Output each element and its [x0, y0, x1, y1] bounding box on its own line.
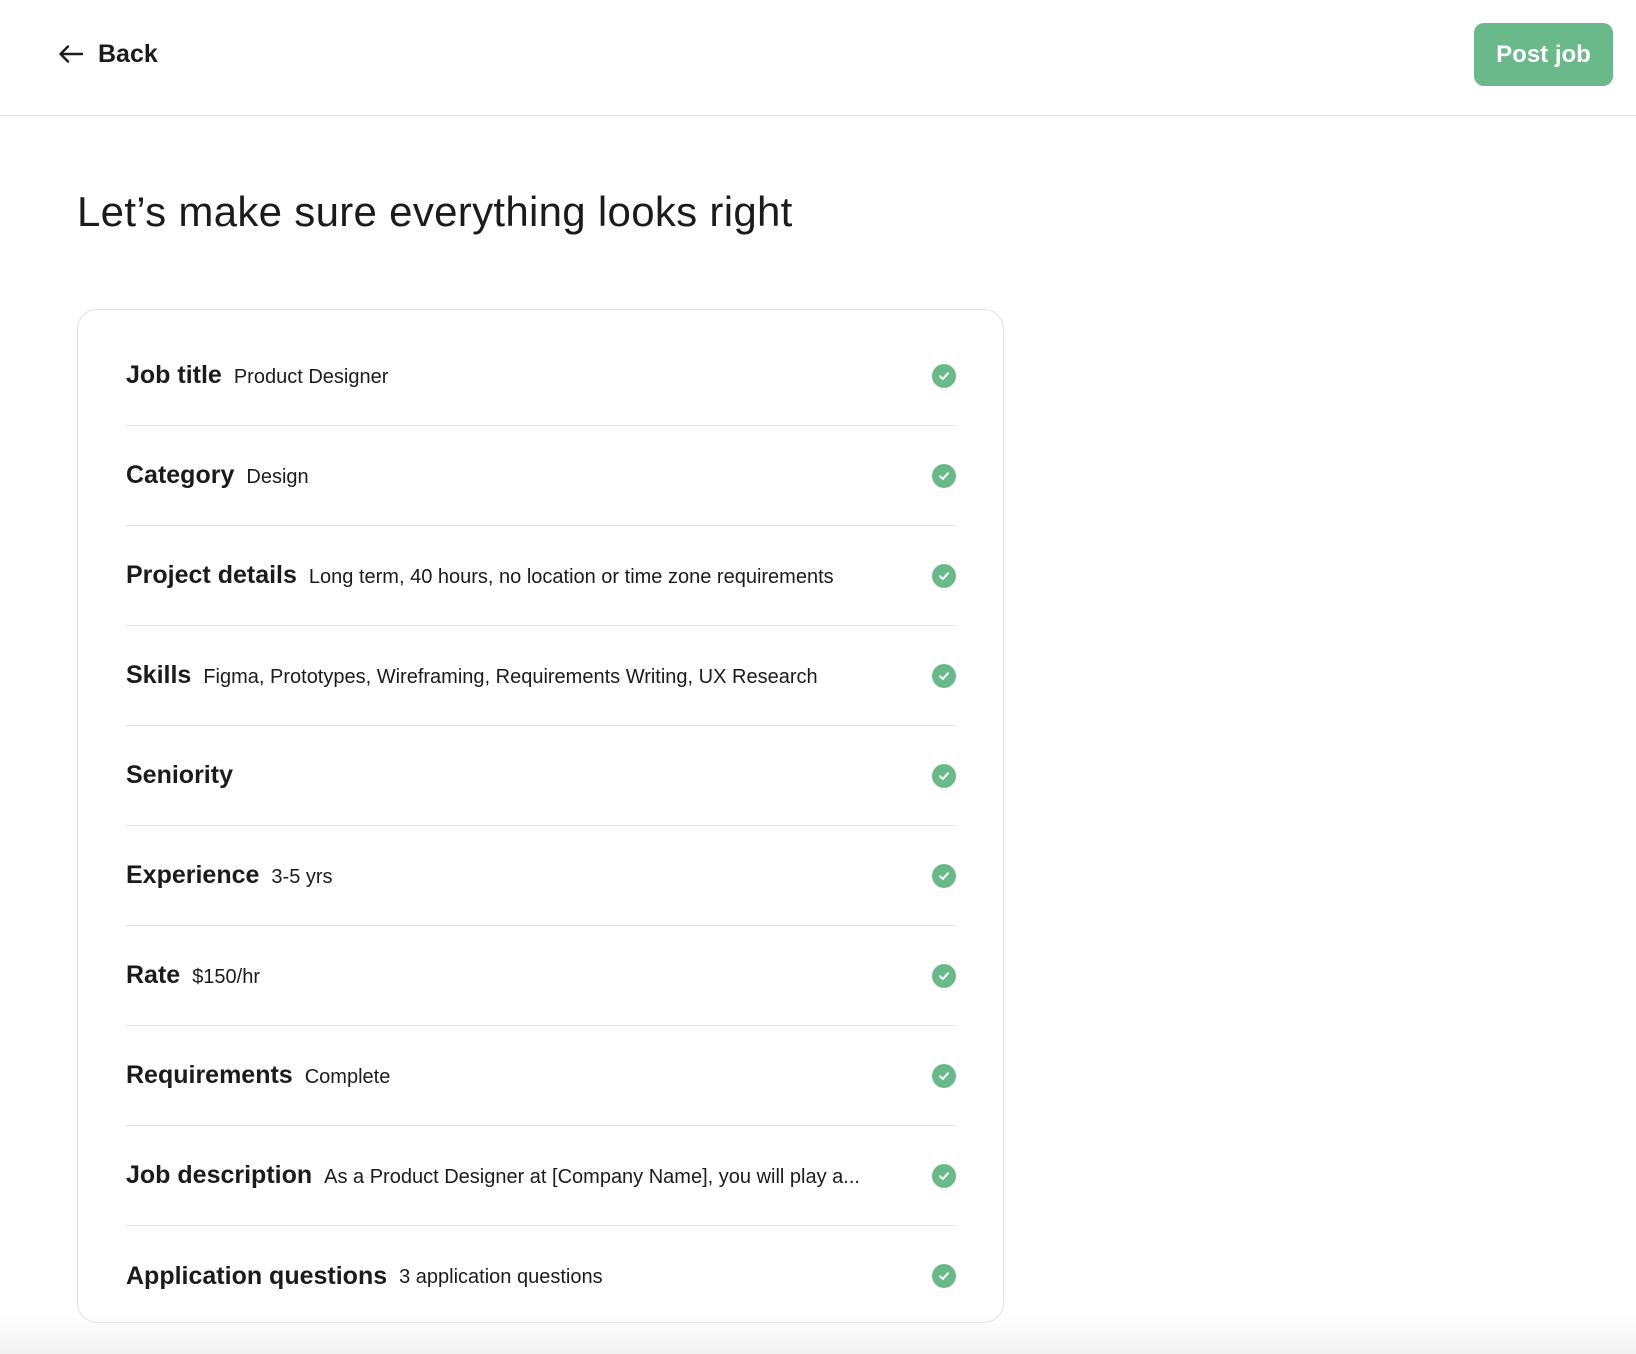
row-value: As a Product Designer at [Company Name],…	[324, 1165, 860, 1188]
row-value: Product Designer	[233, 365, 389, 388]
row-value: 3 application questions	[399, 1266, 603, 1288]
review-row-experience[interactable]: Experience 3-5 yrs	[126, 826, 956, 926]
check-circle-icon	[932, 664, 956, 688]
review-row-job-title[interactable]: Job title Product Designer	[126, 326, 956, 426]
review-row-skills[interactable]: Skills Figma, Prototypes, Wireframing, R…	[126, 626, 956, 726]
back-button[interactable]: Back	[58, 34, 158, 74]
check-circle-icon	[932, 864, 956, 888]
check-circle-icon	[932, 364, 956, 388]
check-circle-icon	[932, 564, 956, 588]
row-label: Skills	[126, 661, 192, 689]
check-circle-icon	[932, 764, 956, 788]
row-label: Experience	[126, 861, 260, 889]
review-row-requirements[interactable]: Requirements Complete	[126, 1026, 956, 1126]
row-label: Application questions	[126, 1261, 388, 1290]
review-card: Job title Product Designer Category Desi…	[77, 309, 1004, 1323]
review-row-seniority[interactable]: Seniority	[126, 726, 956, 826]
row-value: Long term, 40 hours, no location or time…	[308, 565, 834, 588]
row-label: Job title	[126, 361, 222, 389]
review-row-job-description[interactable]: Job description As a Product Designer at…	[126, 1126, 956, 1226]
row-label: Job description	[126, 1161, 313, 1189]
post-job-button[interactable]: Post job	[1474, 23, 1613, 86]
review-row-category[interactable]: Category Design	[126, 426, 956, 526]
review-row-application-questions[interactable]: Application questions 3 application ques…	[126, 1226, 956, 1326]
review-row-project-details[interactable]: Project details Long term, 40 hours, no …	[126, 526, 956, 626]
row-label: Project details	[126, 561, 297, 589]
page-title: Let’s make sure everything looks right	[77, 188, 793, 235]
row-label: Category	[126, 461, 235, 489]
check-circle-icon	[932, 1064, 956, 1088]
row-label: Seniority	[126, 761, 233, 789]
check-circle-icon	[932, 1264, 956, 1288]
top-bar: Back Post job	[0, 0, 1636, 116]
arrow-left-icon	[58, 44, 84, 64]
row-value: $150/hr	[192, 965, 261, 988]
row-label: Requirements	[126, 1061, 293, 1089]
check-circle-icon	[932, 964, 956, 988]
row-value: Figma, Prototypes, Wireframing, Requirem…	[203, 665, 818, 688]
row-value: 3-5 yrs	[271, 865, 333, 888]
row-value: Complete	[304, 1065, 391, 1088]
check-circle-icon	[932, 464, 956, 488]
row-label: Rate	[126, 961, 181, 989]
review-row-rate[interactable]: Rate $150/hr	[126, 926, 956, 1026]
back-label: Back	[98, 39, 158, 68]
check-circle-icon	[932, 1164, 956, 1188]
row-value: Design	[246, 465, 309, 488]
